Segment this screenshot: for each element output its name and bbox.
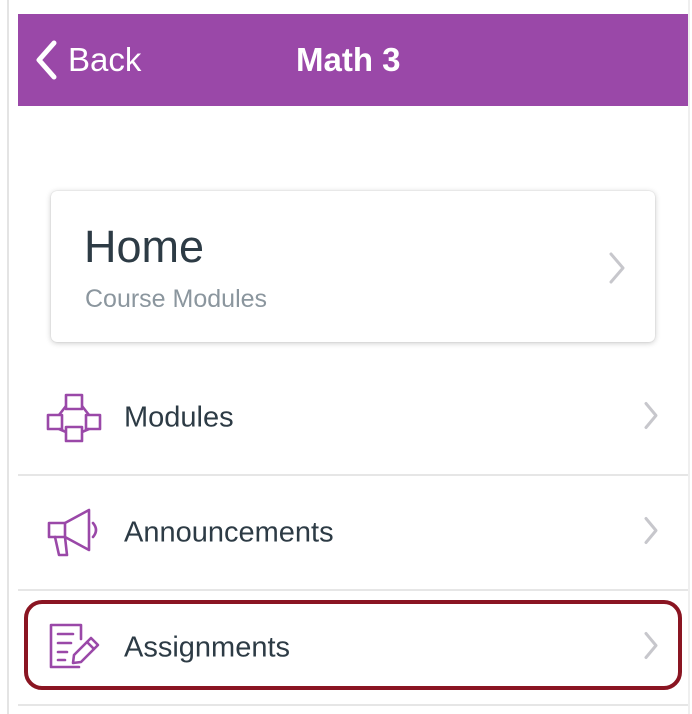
megaphone-icon: [45, 504, 103, 562]
nav-item-label: Modules: [124, 401, 234, 434]
left-edge-rule: [7, 0, 9, 714]
chevron-right-icon: [642, 401, 660, 436]
app-screen: Back Math 3 Home Course Modules Modules …: [0, 0, 692, 714]
nav-item-label: Announcements: [124, 516, 334, 549]
chevron-left-icon: [34, 40, 58, 80]
right-edge-rule: [688, 0, 690, 714]
modules-icon: [45, 389, 103, 447]
home-card[interactable]: Home Course Modules: [51, 191, 655, 342]
chevron-right-icon: [642, 631, 660, 666]
home-card-subtitle: Course Modules: [85, 285, 268, 313]
nav-item-label: Assignments: [124, 631, 291, 664]
home-card-title: Home: [84, 221, 205, 272]
navigation-bar: Back Math 3: [18, 14, 688, 106]
row-divider: [18, 704, 688, 706]
page-title: Math 3: [296, 41, 401, 78]
chevron-right-icon: [642, 516, 660, 551]
back-button[interactable]: Back: [34, 14, 141, 106]
nav-item-assignments[interactable]: Assignments: [18, 591, 688, 705]
nav-item-announcements[interactable]: Announcements: [18, 476, 688, 590]
back-button-label: Back: [68, 41, 142, 78]
nav-item-modules[interactable]: Modules: [18, 361, 688, 475]
assignments-icon: [45, 619, 103, 677]
chevron-right-icon: [607, 251, 627, 290]
